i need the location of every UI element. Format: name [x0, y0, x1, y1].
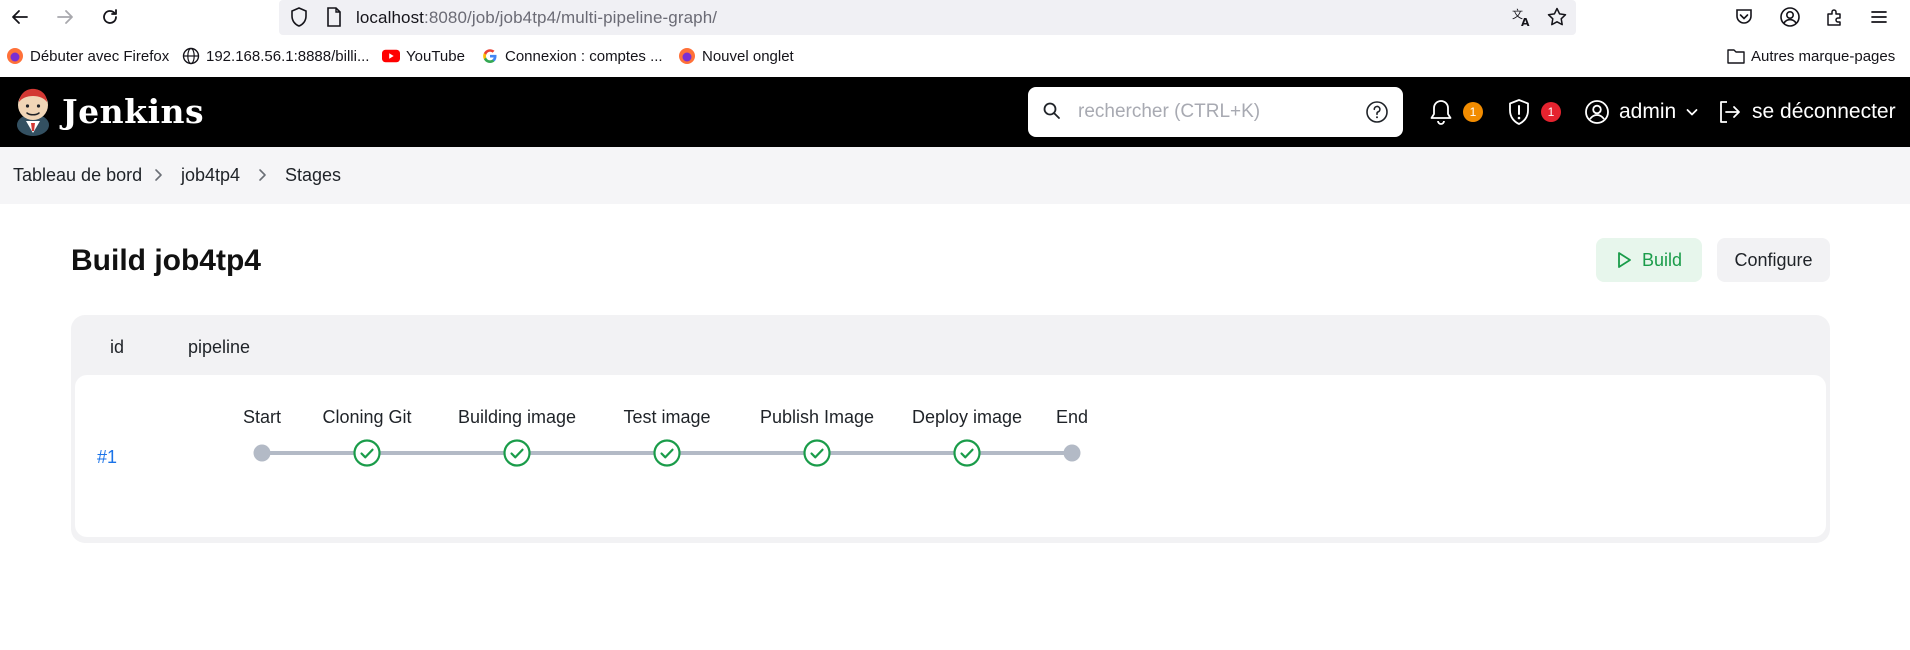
success-check-icon — [953, 439, 981, 467]
bookmark-item[interactable]: YouTube — [382, 47, 465, 65]
configure-button[interactable]: Configure — [1717, 238, 1830, 282]
chevron-right-icon — [259, 169, 266, 181]
jenkins-logo[interactable]: Jenkins — [12, 85, 204, 137]
bookmark-label: Nouvel onglet — [702, 47, 794, 65]
breadcrumb-job[interactable]: job4tp4 — [181, 165, 240, 186]
logout-label: se déconnecter — [1752, 100, 1896, 123]
google-icon — [481, 47, 499, 65]
reload-button[interactable] — [97, 4, 123, 30]
stage-cloning-git[interactable]: Cloning Git — [322, 407, 412, 467]
stage-label: Publish Image — [760, 407, 874, 427]
app-name: Jenkins — [62, 91, 205, 131]
breadcrumb-stages[interactable]: Stages — [285, 165, 341, 186]
youtube-icon — [382, 47, 400, 65]
build-button[interactable]: Build — [1596, 238, 1702, 282]
other-bookmarks[interactable]: Autres marque-pages — [1727, 47, 1895, 65]
logout-icon — [1720, 101, 1740, 123]
extensions-icon[interactable] — [1823, 5, 1847, 29]
stage-test-image[interactable]: Test image — [623, 407, 711, 467]
chevron-down-icon — [1686, 109, 1698, 116]
search-icon — [1043, 102, 1060, 119]
page-icon — [322, 5, 346, 29]
firefox-icon — [6, 47, 24, 65]
runs-table: id pipeline #1 Start Cloning Git Building … — [71, 315, 1830, 543]
translate-icon[interactable]: 文A — [1510, 5, 1534, 29]
user-icon — [1585, 100, 1609, 124]
menu-icon[interactable] — [1867, 5, 1891, 29]
svg-text:A: A — [1521, 16, 1530, 28]
stage-deploy-image[interactable]: Deploy image — [912, 407, 1022, 467]
breadcrumb-dashboard[interactable]: Tableau de bord — [13, 165, 142, 186]
folder-icon — [1727, 47, 1745, 65]
help-icon[interactable] — [1365, 100, 1389, 124]
bookmark-item[interactable]: Nouvel onglet — [678, 47, 794, 65]
pipeline-graph: Start Cloning Git Building image Test image… — [243, 407, 1088, 467]
search-box[interactable] — [1028, 87, 1403, 137]
table-row: #1 Start Cloning Git Building image Test im… — [75, 375, 1826, 537]
other-bookmarks-label: Autres marque-pages — [1751, 47, 1896, 65]
bookmark-label: Débuter avec Firefox — [30, 47, 170, 65]
account-icon[interactable] — [1778, 5, 1802, 29]
arrow-right-icon — [57, 10, 73, 24]
bookmark-item[interactable]: Connexion : comptes ... — [481, 47, 663, 65]
firefox-icon — [678, 47, 696, 65]
security-button[interactable]: 1 — [1506, 77, 1562, 147]
page-title: Build job4tp4 — [71, 244, 261, 277]
username: admin — [1619, 100, 1677, 123]
jenkins-header: Jenkins 1 1 admin se déconnecter — [0, 77, 1910, 147]
stage-label: Deploy image — [912, 407, 1022, 427]
stage-label: Cloning Git — [322, 407, 411, 427]
breadcrumb: Tableau de bord job4tp4 Stages — [0, 147, 1910, 204]
bookmark-label: 192.168.56.1:8888/billi... — [206, 47, 370, 65]
chevron-right-icon — [155, 169, 162, 181]
end-node — [1063, 444, 1081, 462]
success-check-icon — [353, 439, 381, 467]
address-bar[interactable]: localhost:8080/job/job4tp4/multi-pipelin… — [279, 0, 1576, 35]
logout-button[interactable]: se déconnecter — [1716, 77, 1896, 147]
column-header-id: id — [110, 337, 125, 357]
build-label: Build — [1641, 249, 1683, 270]
notifications-badge: 1 — [1463, 102, 1483, 122]
bell-icon — [1430, 100, 1452, 125]
bookmarks-bar: Débuter avec Firefox 192.168.56.1:8888/b… — [0, 44, 1910, 74]
security-badge: 1 — [1541, 102, 1561, 122]
bookmark-star-icon[interactable] — [1545, 5, 1569, 29]
url-path: :8080/job/job4tp4/multi-pipeline-graph/ — [424, 8, 718, 27]
bookmark-label: YouTube — [406, 47, 465, 65]
back-button[interactable] — [7, 4, 33, 30]
globe-icon — [182, 47, 200, 65]
success-check-icon — [653, 439, 681, 467]
user-menu[interactable]: admin — [1584, 77, 1699, 147]
success-check-icon — [503, 439, 531, 467]
play-icon — [1618, 252, 1631, 268]
url-text[interactable]: localhost:8080/job/job4tp4/multi-pipelin… — [356, 8, 717, 28]
shield-icon[interactable] — [287, 5, 311, 29]
notifications-button[interactable]: 1 — [1428, 77, 1484, 147]
stage-label: End — [1056, 407, 1088, 427]
stage-publish-image[interactable]: Publish Image — [760, 407, 874, 467]
stage-label: Test image — [623, 407, 710, 427]
bookmark-label: Connexion : comptes ... — [505, 47, 663, 65]
arrow-left-icon — [12, 10, 28, 24]
browser-toolbar: localhost:8080/job/job4tp4/multi-pipelin… — [0, 0, 1910, 35]
configure-label: Configure — [1734, 249, 1813, 270]
shield-alert-icon — [1509, 99, 1529, 125]
bookmark-item[interactable]: Débuter avec Firefox — [6, 47, 169, 65]
stage-building-image[interactable]: Building image — [458, 407, 576, 467]
stage-label: Start — [243, 407, 281, 427]
success-check-icon — [803, 439, 831, 467]
search-input[interactable] — [1078, 95, 1378, 129]
url-host: localhost — [356, 8, 424, 27]
reload-icon — [103, 9, 117, 24]
bookmark-item[interactable]: 192.168.56.1:8888/billi... — [182, 47, 369, 65]
jenkins-butler-icon — [17, 88, 49, 136]
forward-button[interactable] — [52, 4, 78, 30]
column-header-pipeline: pipeline — [188, 337, 251, 357]
start-node — [253, 444, 271, 462]
stage-label: Building image — [458, 407, 576, 427]
pocket-icon[interactable] — [1732, 5, 1756, 29]
